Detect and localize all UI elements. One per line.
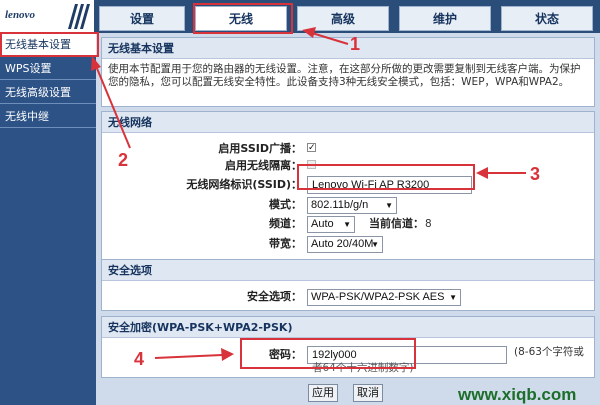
panel-title: 安全加密(WPA-PSK+WPA2-PSK) [102,317,594,338]
tab-status[interactable]: 状态 [501,6,593,31]
current-channel-label: 当前信道： [369,217,424,230]
cancel-button[interactable]: 取消 [353,384,383,402]
basic-settings-panel: 无线基本设置 使用本节配置用于您的路由器的无线设置。注意，在这部分所做的更改需要… [101,37,595,107]
annotation-box-wireless-tab [193,3,293,34]
ssid-broadcast-checkbox[interactable]: ✓ [307,143,316,153]
sidebar: 无线基本设置 WPS设置 无线高级设置 无线中继 [0,33,96,405]
sidebar-item-wireless-advanced[interactable]: 无线高级设置 [0,81,96,104]
annotation-box-basic-settings [0,32,99,57]
annotation-box-ssid [297,164,475,190]
top-navigation-bar: lenovo 设置 无线 高级 维护 状态 [0,0,600,33]
channel-label: 频道： [269,217,302,230]
dropdown-arrow-icon: ▼ [449,293,457,302]
security-options-panel: 安全选项 安全选项： WPA-PSK/WPA2-PSK AES ▼ [101,259,595,311]
sidebar-item-wps[interactable]: WPS设置 [0,57,96,80]
dropdown-arrow-icon: ▼ [385,201,393,210]
lenovo-logo: lenovo [0,0,96,33]
security-option-value: WPA-PSK/WPA2-PSK AES [311,291,445,303]
apply-button[interactable]: 应用 [308,384,338,402]
mode-select[interactable]: 802.11b/g/n ▼ [307,197,397,214]
dropdown-arrow-icon: ▼ [343,220,351,229]
tab-settings[interactable]: 设置 [99,6,185,31]
logo-text: lenovo [5,9,35,21]
bandwidth-value: Auto 20/40M [311,238,374,250]
annotation-number-3: 3 [530,164,541,184]
watermark: www.xiqb.com [458,385,577,404]
ssid-label: 无线网络标识(SSID)： [186,178,302,191]
annotation-number-1: 1 [350,34,361,54]
panel-title: 无线网络 [102,112,594,133]
bandwidth-label: 带宽： [269,237,302,250]
basic-description: 使用本节配置用于您的路由器的无线设置。注意，在这部分所做的更改需要复制到无线客户… [108,63,581,88]
security-option-label: 安全选项： [247,290,302,303]
mode-label: 模式： [269,198,302,211]
channel-select[interactable]: Auto ▼ [307,216,355,233]
dropdown-arrow-icon: ▼ [371,240,379,249]
current-channel-value: 8 [425,218,432,230]
sidebar-item-wireless-repeater[interactable]: 无线中继 [0,105,96,128]
bandwidth-select[interactable]: Auto 20/40M ▼ [307,236,383,253]
annotation-box-password [240,338,416,369]
logo-stripes-icon [68,4,90,29]
isolation-label: 启用无线隔离： [225,159,302,172]
tab-advanced[interactable]: 高级 [297,6,389,31]
panel-title: 无线基本设置 [102,38,594,59]
panel-title: 安全选项 [102,260,594,281]
password-hint-line1: (8-63个字符或 [514,346,584,358]
ssid-broadcast-label: 启用SSID广播： [218,142,302,155]
annotation-number-2: 2 [118,150,129,170]
tab-maintenance[interactable]: 维护 [399,6,491,31]
channel-value: Auto [311,218,334,230]
annotation-number-4: 4 [134,349,145,369]
security-option-select[interactable]: WPA-PSK/WPA2-PSK AES ▼ [307,289,461,306]
mode-value: 802.11b/g/n [311,199,369,211]
